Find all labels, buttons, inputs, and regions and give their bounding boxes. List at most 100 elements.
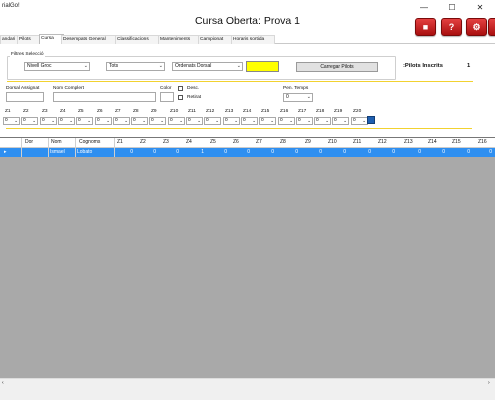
column-header[interactable]: Z16 [478,138,487,147]
zone-label: Z5 [78,109,84,114]
cell-zone[interactable]: 0 [244,148,250,157]
zone-label: Z18 [316,109,325,114]
zone-select[interactable]: 0 ⌄ [58,117,75,125]
cell-zone[interactable]: 0 [173,148,179,157]
column-divider [48,138,49,157]
app-title: rialGo! [2,3,20,9]
pen-temps-select[interactable]: 0 ⌄ [283,93,313,102]
column-header[interactable]: Z7 [256,138,262,147]
cell-zone[interactable]: 0 [340,148,346,157]
zone-select[interactable]: 0 ⌄ [113,117,130,125]
scroll-right-icon[interactable]: › [488,380,490,386]
column-header[interactable]: Z8 [280,138,286,147]
zone-value: 0 [316,118,319,123]
column-header[interactable]: Z5 [210,138,216,147]
cell-zone[interactable]: 0 [415,148,421,157]
chevron-down-icon: ⌄ [87,118,91,123]
zone-value: 0 [298,118,301,123]
color-input[interactable] [160,92,174,102]
zone-value: 0 [97,118,100,123]
data-grid[interactable] [0,137,495,389]
tab-classificacions[interactable]: Classificacions [115,35,161,44]
cell-cognoms[interactable]: Lobato [77,148,92,157]
zone-select[interactable]: 0 ⌄ [76,117,93,125]
load-pilots-button[interactable]: Carregar Pilots [296,62,378,72]
chevron-down-icon: ⌄ [307,118,311,123]
cell-zone[interactable]: 0 [221,148,227,157]
zone-select[interactable]: 0 ⌄ [186,117,203,125]
chevron-down-icon: ⌄ [106,118,110,123]
chevron-down-icon: ⌄ [234,118,238,123]
save-icon[interactable] [367,116,375,124]
column-header[interactable]: Nom [51,138,62,147]
cell-zone[interactable]: 0 [292,148,298,157]
ordenar-select[interactable]: Ordenats Dorsal ⌄ [172,62,243,71]
zone-label: Z16 [280,109,289,114]
zone-select[interactable]: 0 ⌄ [351,117,368,125]
chevron-down-icon: ⌄ [252,118,256,123]
column-header[interactable]: Z1 [117,138,123,147]
cell-zone[interactable]: 0 [365,148,371,157]
column-header[interactable]: Z6 [233,138,239,147]
zone-select[interactable]: 0 ⌄ [332,117,349,125]
column-header[interactable]: Z12 [378,138,387,147]
minimize-button[interactable]: — [410,0,438,14]
tab-horaris-sortida[interactable]: Horaris sortida [231,35,275,44]
zone-select[interactable]: 0 ⌄ [241,117,258,125]
tots-select[interactable]: Tots ⌄ [106,62,165,71]
desc-checkbox[interactable] [178,86,183,91]
row-indicator: ▸ [4,149,7,155]
zone-select[interactable]: 0 ⌄ [314,117,331,125]
column-header[interactable]: Z15 [452,138,461,147]
nom-input[interactable] [53,92,156,102]
color-label: Color [160,86,172,91]
cell-zone[interactable]: 1 [198,148,204,157]
cell-zone[interactable]: 0 [464,148,470,157]
cell-nom[interactable]: Ismael [50,148,65,157]
zone-select[interactable]: 0 ⌄ [40,117,57,125]
cell-zone[interactable]: 0 [389,148,395,157]
zone-select[interactable]: 0 ⌄ [3,117,20,125]
zone-select[interactable]: 0 ⌄ [204,117,221,125]
column-header[interactable]: Cognoms [79,138,100,147]
horizontal-scrollbar[interactable]: ‹ › [0,378,495,388]
column-header[interactable]: Z11 [353,138,361,147]
zone-value: 0 [78,118,81,123]
tab-desempats-general[interactable]: Desempats General [61,35,118,44]
nivell-select[interactable]: Nivell Groc ⌄ [24,62,90,71]
zone-select[interactable]: 0 ⌄ [259,117,276,125]
zone-select[interactable]: 0 ⌄ [296,117,313,125]
column-header[interactable]: Dor [25,138,33,147]
tab-campionat[interactable]: Campionat [198,35,234,44]
column-header[interactable]: Z10 [328,138,337,147]
color-swatch[interactable] [246,61,279,72]
zone-select[interactable]: 0 ⌄ [21,117,38,125]
cell-zone[interactable]: 0 [127,148,133,157]
column-header[interactable]: Z2 [140,138,146,147]
zone-select[interactable]: 0 ⌄ [223,117,240,125]
zone-label: Z10 [170,109,179,114]
zone-select[interactable]: 0 ⌄ [278,117,295,125]
retirat-checkbox[interactable] [178,95,183,100]
scroll-left-icon[interactable]: ‹ [2,380,4,386]
cell-zone[interactable]: 0 [316,148,322,157]
cell-zone[interactable]: 0 [486,148,492,157]
column-header[interactable]: Z4 [186,138,192,147]
cell-zone[interactable]: 0 [439,148,445,157]
zone-select[interactable]: 0 ⌄ [131,117,148,125]
column-header[interactable]: Z3 [163,138,169,147]
cell-zone[interactable]: 0 [268,148,274,157]
zone-select[interactable]: 0 ⌄ [95,117,112,125]
column-header[interactable]: Z14 [428,138,437,147]
close-button[interactable]: ✕ [466,0,494,14]
column-header[interactable]: Z13 [404,138,413,147]
column-header[interactable]: Z9 [305,138,311,147]
zone-value: 0 [115,118,118,123]
zone-select[interactable]: 0 ⌄ [149,117,166,125]
tab-manteniments[interactable]: Manteniments [158,35,201,44]
maximize-button[interactable]: ☐ [438,0,466,14]
zone-select[interactable]: 0 ⌄ [168,117,185,125]
retirat-label: Retirat [187,95,202,100]
cell-zone[interactable]: 0 [150,148,156,157]
dorsal-input[interactable] [6,92,44,102]
